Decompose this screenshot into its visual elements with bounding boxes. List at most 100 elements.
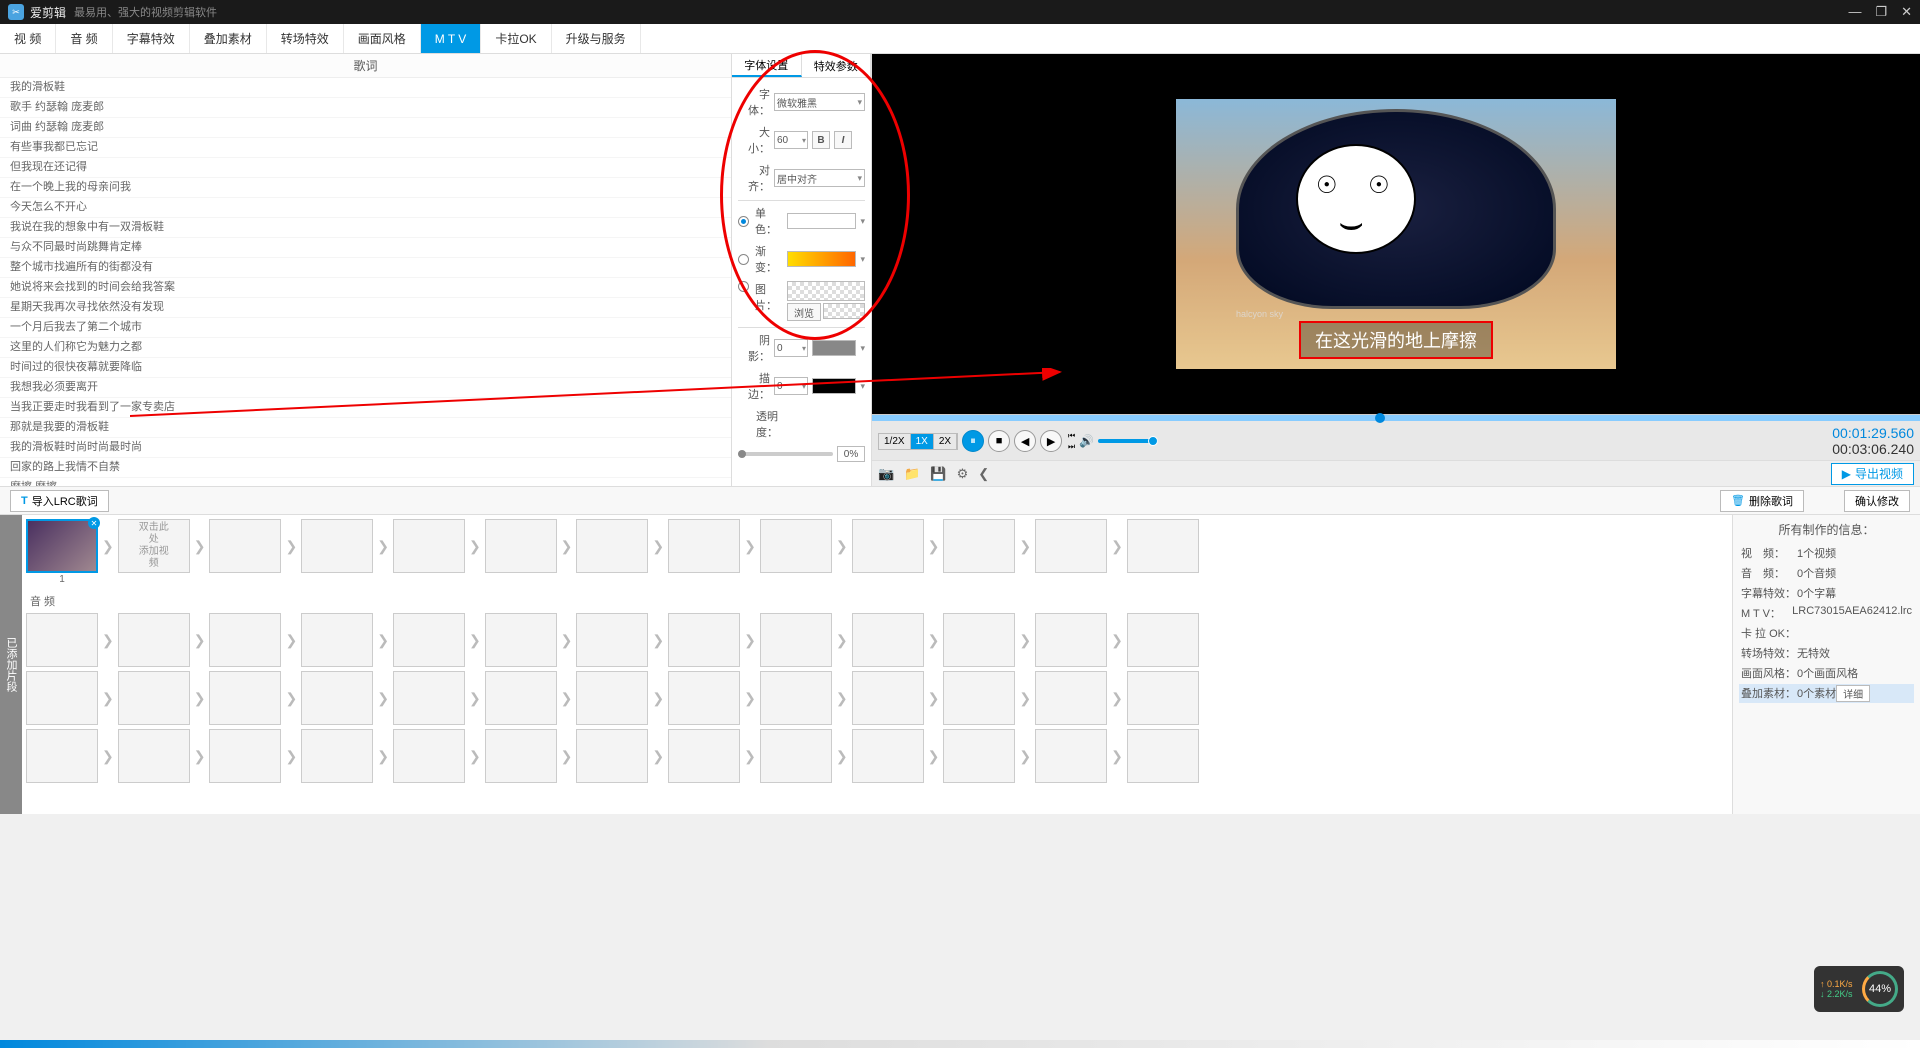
timeline-clip-slot[interactable] [576, 671, 648, 725]
timeline-clip-slot[interactable] [943, 671, 1015, 725]
lyric-line[interactable]: 她说将来会找到的时间会给我答案 [0, 278, 731, 298]
timeline-clip-slot[interactable] [485, 671, 557, 725]
speed-button[interactable]: 1/2X [879, 434, 911, 449]
timeline-clip-slot[interactable] [209, 729, 281, 783]
timeline-clip-slot[interactable] [668, 671, 740, 725]
lyric-line[interactable]: 那就是我要的滑板鞋 [0, 418, 731, 438]
timeline-clip-slot[interactable] [209, 519, 281, 573]
lyrics-list[interactable]: 我的滑板鞋歌手 约瑟翰 庞麦郎词曲 约瑟翰 庞麦郎有些事我都已忘记但我现在还记得… [0, 78, 731, 486]
timeline-clip-slot[interactable] [760, 729, 832, 783]
solid-color-radio[interactable] [738, 216, 749, 227]
align-select[interactable]: 居中对齐 [774, 169, 865, 187]
lyric-line[interactable]: 词曲 约瑟翰 庞麦郎 [0, 118, 731, 138]
shadow-color-swatch[interactable] [812, 340, 856, 356]
maximize-button[interactable]: ❐ [1875, 4, 1887, 20]
font-select[interactable]: 微软雅黑 [774, 93, 865, 111]
timeline-clip-slot[interactable] [852, 729, 924, 783]
close-button[interactable]: ✕ [1901, 4, 1912, 20]
gradient-radio[interactable] [738, 254, 749, 265]
prev-frame-button[interactable]: ◀ [1014, 430, 1036, 452]
main-tab[interactable]: 转场特效 [267, 24, 344, 53]
detail-button[interactable]: 详细 [1836, 685, 1870, 702]
lyric-line[interactable]: 时间过的很快夜幕就要降临 [0, 358, 731, 378]
timeline-clip-slot[interactable] [485, 729, 557, 783]
next-frame-button[interactable]: ▶ [1040, 430, 1062, 452]
timeline-clip-slot[interactable] [668, 613, 740, 667]
lyric-line[interactable]: 这里的人们称它为魅力之都 [0, 338, 731, 358]
stroke-size-input[interactable]: 0 [774, 377, 808, 395]
lyric-line[interactable]: 星期天我再次寻找依然没有发现 [0, 298, 731, 318]
timeline-clip-slot[interactable] [1035, 729, 1107, 783]
skip-fwd-button[interactable]: ⏭ [1068, 442, 1075, 452]
timeline-clip-slot[interactable] [301, 613, 373, 667]
lyric-line[interactable]: 一个月后我去了第二个城市 [0, 318, 731, 338]
timeline-clip-slot[interactable] [943, 519, 1015, 573]
timeline-clip-slot[interactable] [209, 671, 281, 725]
timeline-clip-slot[interactable] [576, 613, 648, 667]
lyric-line[interactable]: 有些事我都已忘记 [0, 138, 731, 158]
bold-button[interactable]: B [812, 131, 830, 149]
lyric-line[interactable]: 我想我必须要离开 [0, 378, 731, 398]
export-video-button[interactable]: ▶ 导出视频 [1831, 463, 1914, 485]
timeline-clip-slot[interactable] [118, 671, 190, 725]
shadow-size-input[interactable]: 0 [774, 339, 808, 357]
video-preview[interactable]: halcyon sky 在这光滑的地上摩擦 [872, 54, 1920, 414]
timeline-clip-slot[interactable] [576, 519, 648, 573]
timeline-clip-slot[interactable] [943, 729, 1015, 783]
timeline-clip-slot[interactable] [852, 519, 924, 573]
lyric-line[interactable]: 歌手 约瑟翰 庞麦郎 [0, 98, 731, 118]
main-tab[interactable]: 字幕特效 [113, 24, 190, 53]
speed-button[interactable]: 2X [934, 434, 957, 449]
speed-button[interactable]: 1X [911, 434, 934, 449]
effect-params-tab[interactable]: 特效参数 [802, 54, 872, 77]
timeline-clip-slot[interactable] [1127, 729, 1199, 783]
snapshot-icon[interactable]: 📷 [878, 466, 894, 482]
timeline-clip-slot[interactable] [943, 613, 1015, 667]
timeline-clip-slot[interactable] [1127, 519, 1199, 573]
lyric-line[interactable]: 我说在我的想象中有一双滑板鞋 [0, 218, 731, 238]
lyric-line[interactable]: 回家的路上我情不自禁 [0, 458, 731, 478]
timeline-clip-slot[interactable]: 1 [26, 519, 98, 573]
lyric-line[interactable]: 今天怎么不开心 [0, 198, 731, 218]
timeline-clip-slot[interactable] [393, 729, 465, 783]
timeline-clip-slot[interactable] [393, 613, 465, 667]
timeline-clip-slot[interactable] [393, 671, 465, 725]
timeline-clip-slot[interactable] [760, 613, 832, 667]
main-tab[interactable]: 卡拉OK [481, 24, 551, 53]
progress-bar[interactable] [872, 415, 1920, 421]
skip-back-button[interactable]: ⏮ [1068, 431, 1075, 441]
opacity-slider[interactable] [738, 452, 833, 456]
timeline-clip-slot[interactable] [118, 729, 190, 783]
stop-button[interactable]: ■ [988, 430, 1010, 452]
browse-button[interactable]: 浏览 [787, 303, 821, 321]
image-fill-radio[interactable] [738, 281, 749, 292]
timeline-clip-slot[interactable] [301, 519, 373, 573]
timeline-clip-slot[interactable] [301, 729, 373, 783]
lyric-line[interactable]: 与众不同最时尚跳舞肯定棒 [0, 238, 731, 258]
lyric-line[interactable]: 但我现在还记得 [0, 158, 731, 178]
timeline-clip-slot[interactable] [668, 519, 740, 573]
main-tab[interactable]: 音 频 [56, 24, 112, 53]
play-pause-button[interactable]: ⏸ [962, 430, 984, 452]
gradient-swatch[interactable] [787, 251, 856, 267]
timeline-clip-slot[interactable] [760, 671, 832, 725]
timeline-clip-slot[interactable] [393, 519, 465, 573]
timeline-body[interactable]: 1❯双击此处添加视频❯❯❯❯❯❯❯❯❯❯❯音 频❯❯❯❯❯❯❯❯❯❯❯❯❯❯❯❯… [22, 515, 1732, 814]
lyric-line[interactable]: 我的滑板鞋 [0, 78, 731, 98]
volume-slider[interactable] [1098, 439, 1158, 443]
open-folder-icon[interactable]: 📁 [904, 466, 920, 482]
stroke-color-swatch[interactable] [812, 378, 856, 394]
timeline-clip-slot[interactable] [1035, 671, 1107, 725]
size-input[interactable]: 60 [774, 131, 808, 149]
confirm-changes-button[interactable]: 确认修改 [1844, 490, 1910, 512]
lyric-line[interactable]: 摩擦 摩擦 [0, 478, 731, 486]
timeline-clip-slot[interactable] [1127, 671, 1199, 725]
main-tab[interactable]: 画面风格 [344, 24, 421, 53]
minimize-button[interactable]: — [1848, 4, 1861, 20]
timeline-clip-slot[interactable] [26, 729, 98, 783]
lyric-line[interactable]: 整个城市找遍所有的街都没有 [0, 258, 731, 278]
share-icon[interactable]: ❮ [978, 466, 989, 482]
import-lrc-button[interactable]: T 导入LRC歌词 [10, 490, 109, 512]
italic-button[interactable]: I [834, 131, 852, 149]
font-settings-tab[interactable]: 字体设置 [732, 54, 802, 77]
